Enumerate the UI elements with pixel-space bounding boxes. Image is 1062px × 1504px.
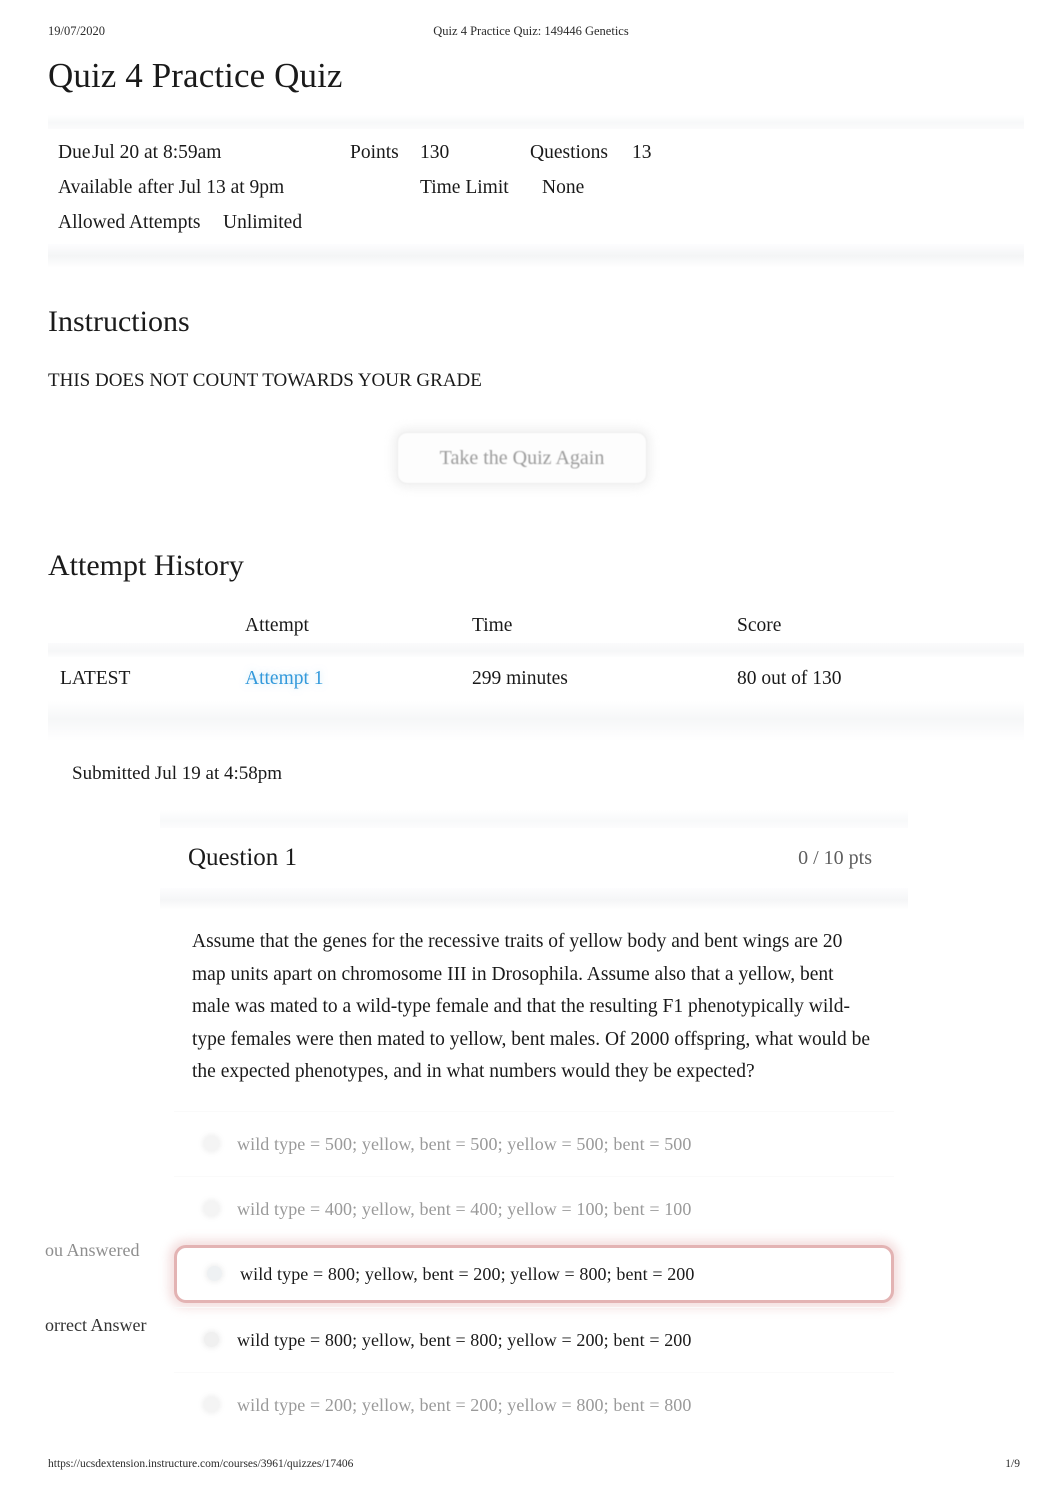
meta-band-top: [48, 115, 1024, 129]
answer-options-list: wild type = 500; yellow, bent = 500; yel…: [160, 1110, 908, 1437]
print-header-title: Quiz 4 Practice Quiz: 149446 Genetics: [433, 24, 629, 38]
meta-band-bottom: [48, 244, 1024, 268]
page-title: Quiz 4 Practice Quiz: [48, 56, 343, 95]
question-number: Question 1: [188, 844, 298, 871]
due-label: Due: [58, 142, 91, 163]
available-value: after Jul 13 at 9pm: [138, 177, 285, 198]
radio-button-icon[interactable]: [207, 1266, 222, 1281]
attempt-1-link[interactable]: Attempt 1: [245, 668, 324, 689]
questions-label: Questions: [530, 142, 608, 163]
question-card: Question 1 0 / 10 pts Assume that the ge…: [160, 810, 908, 1437]
radio-button-icon[interactable]: [204, 1397, 219, 1412]
questions-value: 13: [632, 142, 652, 163]
allowed-attempts-label: Allowed Attempts: [58, 212, 201, 233]
print-header: 19/07/2020 Quiz 4 Practice Quiz: 149446 …: [0, 24, 1062, 42]
points-label: Points: [350, 142, 399, 163]
quiz-meta-rows: Due Jul 20 at 8:59am Points 130 Question…: [48, 129, 1024, 244]
question-card-top-band: [160, 810, 908, 828]
answer-option-1[interactable]: wild type = 500; yellow, bent = 500; yel…: [174, 1110, 894, 1176]
attempt-time-value: 299 minutes: [472, 668, 568, 689]
column-header-time: Time: [472, 615, 513, 636]
attempt-score-value: 80 out of 130: [737, 668, 842, 689]
radio-button-icon[interactable]: [204, 1332, 219, 1347]
column-header-score: Score: [737, 615, 782, 636]
question-text: Assume that the genes for the recessive …: [192, 931, 870, 1082]
take-quiz-again-button[interactable]: Take the Quiz Again: [397, 432, 647, 484]
radio-button-icon[interactable]: [204, 1136, 219, 1151]
answer-option-4-correct[interactable]: wild type = 800; yellow, bent = 800; yel…: [174, 1306, 894, 1372]
answer-option-label: wild type = 200; yellow, bent = 200; yel…: [237, 1394, 692, 1415]
instructions-heading: Instructions: [48, 305, 190, 338]
time-limit-label: Time Limit: [420, 177, 509, 198]
answer-option-5[interactable]: wild type = 200; yellow, bent = 200; yel…: [174, 1371, 894, 1437]
available-label: Available: [58, 177, 133, 198]
submitted-timestamp: Submitted Jul 19 at 4:58pm: [72, 763, 283, 784]
page-content: Quiz 4 Practice Quiz Due Jul 20 at 8:59a…: [0, 52, 1062, 1437]
answer-option-2[interactable]: wild type = 400; yellow, bent = 400; yel…: [174, 1175, 894, 1241]
table-footer-band: [48, 701, 1024, 741]
time-limit-value: None: [542, 177, 585, 198]
answer-option-3-selected[interactable]: wild type = 800; yellow, bent = 200; yel…: [174, 1244, 894, 1303]
print-footer: https://ucsdextension.instructure.com/co…: [0, 1458, 1062, 1474]
quiz-meta-row-3: Allowed Attempts Unlimited: [48, 205, 1024, 240]
instructions-body: THIS DOES NOT COUNT TOWARDS YOUR GRADE: [48, 370, 482, 391]
table-row: LATEST Attempt 1 299 minutes 80 out of 1…: [48, 657, 1024, 701]
answer-option-label: wild type = 400; yellow, bent = 400; yel…: [237, 1198, 692, 1219]
column-header-attempt: Attempt: [245, 615, 309, 636]
question-points: 0 / 10 pts: [798, 846, 872, 869]
attempt-history-heading: Attempt History: [48, 549, 244, 582]
attempt-latest-marker: LATEST: [60, 668, 131, 689]
allowed-attempts-value: Unlimited: [223, 212, 303, 233]
points-value: 130: [420, 142, 450, 163]
table-header-row: Attempt Time Score: [48, 609, 1024, 643]
you-answered-label: ou Answered: [45, 1240, 140, 1260]
quiz-meta-row-2: Available after Jul 13 at 9pm Time Limit…: [48, 170, 1024, 205]
question-header: Question 1 0 / 10 pts: [160, 828, 908, 888]
quiz-meta-block: Due Jul 20 at 8:59am Points 130 Question…: [48, 115, 1024, 268]
quiz-meta-row-1: Due Jul 20 at 8:59am Points 130 Question…: [48, 135, 1024, 170]
answer-option-label: wild type = 500; yellow, bent = 500; yel…: [237, 1133, 692, 1154]
correct-answer-label: orrect Answer: [45, 1315, 147, 1335]
footer-url: https://ucsdextension.instructure.com/co…: [48, 1458, 354, 1470]
answer-option-label: wild type = 800; yellow, bent = 800; yel…: [237, 1329, 692, 1350]
question-header-rule: [160, 888, 908, 910]
answer-option-label: wild type = 800; yellow, bent = 200; yel…: [240, 1263, 695, 1284]
table-header-separator: [48, 643, 1024, 657]
radio-button-icon[interactable]: [204, 1201, 219, 1216]
retake-button-wrap: Take the Quiz Again: [0, 432, 1062, 484]
attempt-history-table: Attempt Time Score LATEST Attempt 1 299 …: [48, 609, 1024, 741]
due-value: Jul 20 at 8:59am: [92, 142, 222, 163]
footer-page-number: 1/9: [1005, 1458, 1020, 1470]
